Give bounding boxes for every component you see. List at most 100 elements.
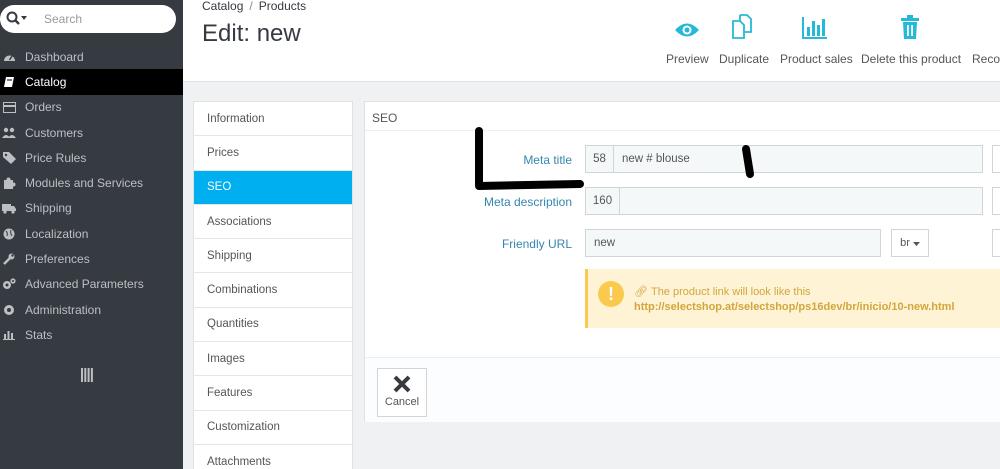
- cancel-label: Cancel: [384, 396, 420, 408]
- caret-down-icon: [912, 237, 920, 249]
- search-input[interactable]: Search: [44, 12, 82, 26]
- globe-icon: [2, 227, 16, 240]
- nav-item-advanced-parameters[interactable]: Advanced Parameters: [0, 272, 183, 297]
- duplicate-button[interactable]: Duplicate: [719, 10, 770, 70]
- recommend-label: Recor: [972, 52, 1000, 66]
- link-preview-alert: ! 🔗︎ The product link will look like this…: [585, 269, 1000, 328]
- tab-combinations[interactable]: Combinations: [194, 273, 352, 308]
- meta-description-field[interactable]: 160: [585, 187, 983, 215]
- nav-item-shipping[interactable]: Shipping: [0, 196, 183, 221]
- nav-item-catalog[interactable]: Catalog: [0, 69, 183, 95]
- breadcrumb-separator: /: [249, 0, 253, 13]
- delete-product-button[interactable]: Delete this product: [861, 10, 961, 70]
- tab-customization[interactable]: Customization: [194, 411, 352, 445]
- tab-information[interactable]: Information: [194, 102, 352, 137]
- nav-label: Localization: [25, 226, 89, 241]
- nav-item-customers[interactable]: Customers: [0, 120, 183, 145]
- seo-panel: SEO Meta title 58 new # blouse Meta desc…: [364, 101, 1000, 422]
- panel-heading: SEO: [365, 102, 1000, 131]
- friendly-url-value[interactable]: new: [586, 237, 615, 249]
- nav-item-orders[interactable]: Orders: [0, 95, 183, 120]
- page-title: Edit: new: [202, 20, 301, 47]
- nav-item-administration[interactable]: Administration: [0, 297, 183, 322]
- tab-attachments[interactable]: Attachments: [194, 445, 352, 469]
- collapse-menu-icon[interactable]: [81, 368, 93, 382]
- product-tabs: Information Prices SEO Associations Ship…: [193, 101, 353, 469]
- nav-label: Catalog: [25, 74, 67, 89]
- friendly-url-input[interactable]: new: [585, 229, 881, 257]
- users-icon: [2, 126, 16, 139]
- nav-label: Orders: [25, 100, 62, 115]
- dashboard-icon: [2, 50, 16, 63]
- nav-item-dashboard[interactable]: Dashboard: [0, 44, 183, 69]
- product-sales-label: Product sales: [780, 52, 853, 66]
- eye-icon: [674, 21, 700, 42]
- close-icon: [378, 375, 426, 396]
- tab-shipping[interactable]: Shipping: [194, 239, 352, 274]
- cogs-icon: [2, 278, 16, 291]
- nav-item-preferences[interactable]: Preferences: [0, 246, 183, 271]
- product-sales-button[interactable]: Product sales: [780, 10, 853, 70]
- nav-item-price-rules[interactable]: Price Rules: [0, 145, 183, 170]
- friendly-url-extra-button[interactable]: [992, 229, 1000, 257]
- nav-label: Price Rules: [25, 150, 87, 165]
- sidebar: Search Dashboard Catalog Orders Customer…: [0, 0, 183, 469]
- nav-label: Preferences: [25, 252, 90, 267]
- tab-features[interactable]: Features: [194, 376, 352, 411]
- preview-label: Preview: [666, 52, 709, 66]
- search-box[interactable]: Search: [0, 5, 176, 33]
- preview-button[interactable]: Preview: [666, 10, 709, 70]
- alert-url: http://selectshop.at/selectshop/ps16dev/…: [634, 301, 955, 313]
- meta-title-value[interactable]: new # blouse: [614, 153, 690, 165]
- tab-images[interactable]: Images: [194, 342, 352, 377]
- page-header: Catalog / Products Edit: new Preview Dupli…: [183, 0, 1000, 82]
- nav-label: Customers: [25, 125, 84, 140]
- breadcrumb: Catalog / Products: [202, 0, 306, 13]
- meta-description-counter: 160: [586, 188, 620, 214]
- duplicate-label: Duplicate: [719, 52, 770, 66]
- nav-label: Modules and Services: [25, 176, 144, 191]
- meta-title-lang-button[interactable]: [992, 145, 1000, 173]
- nav-label: Administration: [25, 302, 102, 317]
- truck-icon: [2, 202, 16, 215]
- exclamation-icon: !: [598, 281, 624, 307]
- bar-chart-icon: [2, 328, 16, 341]
- meta-title-label: Meta title: [523, 153, 572, 167]
- credit-card-icon: [2, 101, 16, 114]
- wrench-icon: [2, 253, 16, 266]
- language-dropdown[interactable]: br: [891, 229, 929, 257]
- book-icon: [2, 75, 16, 88]
- recommend-button[interactable]: Recor: [972, 10, 1000, 70]
- meta-title-counter: 58: [586, 146, 614, 172]
- tab-seo[interactable]: SEO: [194, 170, 352, 205]
- bar-chart-icon: [800, 15, 828, 42]
- nav-label: Shipping: [25, 201, 72, 216]
- nav-label: Dashboard: [25, 49, 84, 64]
- alert-message: The product link will look like this: [650, 286, 811, 298]
- breadcrumb-catalog[interactable]: Catalog: [202, 0, 243, 13]
- search-icon[interactable]: [6, 11, 28, 27]
- nav-label: Advanced Parameters: [25, 277, 144, 292]
- meta-description-lang-button[interactable]: [992, 187, 1000, 215]
- trash-icon: [900, 15, 920, 42]
- puzzle-icon: [2, 177, 16, 190]
- tab-prices[interactable]: Prices: [194, 136, 352, 171]
- cancel-button[interactable]: Cancel: [377, 368, 427, 417]
- breadcrumb-products[interactable]: Products: [259, 0, 306, 13]
- main-menu: Dashboard Catalog Orders Customers Price…: [0, 44, 183, 348]
- nav-item-stats[interactable]: Stats: [0, 322, 183, 347]
- tab-quantities[interactable]: Quantities: [194, 308, 352, 343]
- nav-item-modules[interactable]: Modules and Services: [0, 170, 183, 195]
- tags-icon: [2, 151, 16, 164]
- panel-footer: Cancel: [365, 357, 1000, 422]
- gear-icon: [2, 303, 16, 316]
- friendly-url-label: Friendly URL: [501, 237, 572, 251]
- nav-item-localization[interactable]: Localization: [0, 221, 183, 246]
- copy-icon: [731, 13, 755, 42]
- tab-associations[interactable]: Associations: [194, 205, 352, 240]
- link-icon: 🔗︎: [634, 286, 648, 298]
- meta-title-field[interactable]: 58 new # blouse: [585, 145, 983, 173]
- language-label: br: [900, 237, 910, 249]
- alert-text-line: 🔗︎ The product link will look like this: [634, 285, 811, 298]
- meta-description-label: Meta description: [483, 195, 572, 209]
